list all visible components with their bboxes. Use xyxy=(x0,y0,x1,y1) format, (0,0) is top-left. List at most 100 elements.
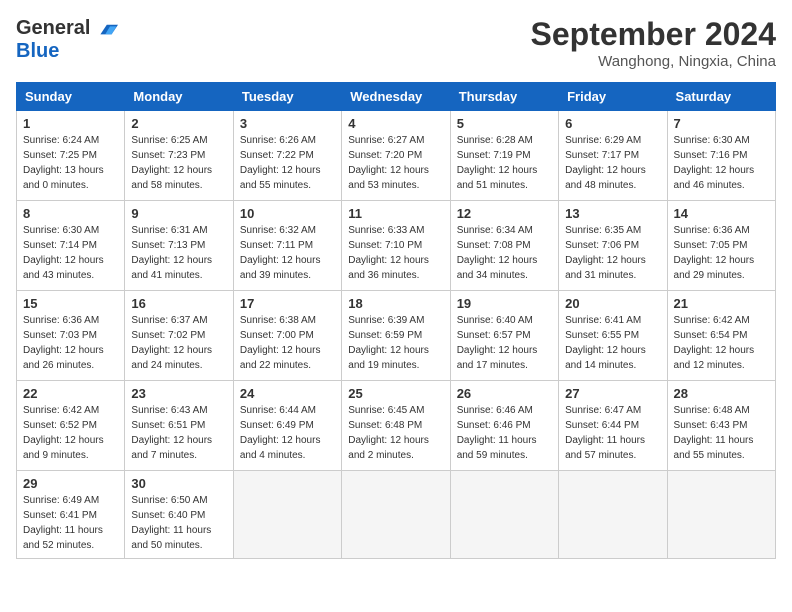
calendar-cell: 16 Sunrise: 6:37 AM Sunset: 7:02 PM Dayl… xyxy=(125,291,233,381)
day-number: 6 xyxy=(565,116,660,131)
calendar-cell: 11 Sunrise: 6:33 AM Sunset: 7:10 PM Dayl… xyxy=(342,201,450,291)
day-number: 28 xyxy=(674,386,769,401)
day-info: Sunrise: 6:41 AM Sunset: 6:55 PM Dayligh… xyxy=(565,313,660,373)
day-info: Sunrise: 6:39 AM Sunset: 6:59 PM Dayligh… xyxy=(348,313,443,373)
calendar-cell: 6 Sunrise: 6:29 AM Sunset: 7:17 PM Dayli… xyxy=(559,111,667,201)
day-info: Sunrise: 6:50 AM Sunset: 6:40 PM Dayligh… xyxy=(131,493,226,553)
day-info: Sunrise: 6:30 AM Sunset: 7:16 PM Dayligh… xyxy=(674,133,769,193)
day-info: Sunrise: 6:42 AM Sunset: 6:52 PM Dayligh… xyxy=(23,403,118,463)
calendar-cell: 14 Sunrise: 6:36 AM Sunset: 7:05 PM Dayl… xyxy=(667,201,775,291)
day-number: 26 xyxy=(457,386,552,401)
logo-icon xyxy=(94,16,118,40)
col-tuesday: Tuesday xyxy=(233,83,341,111)
calendar-cell: 21 Sunrise: 6:42 AM Sunset: 6:54 PM Dayl… xyxy=(667,291,775,381)
day-number: 29 xyxy=(23,476,118,491)
day-number: 8 xyxy=(23,206,118,221)
calendar-cell: 29 Sunrise: 6:49 AM Sunset: 6:41 PM Dayl… xyxy=(17,471,125,559)
logo: General Blue xyxy=(16,16,118,63)
day-info: Sunrise: 6:49 AM Sunset: 6:41 PM Dayligh… xyxy=(23,493,118,553)
day-number: 17 xyxy=(240,296,335,311)
day-info: Sunrise: 6:47 AM Sunset: 6:44 PM Dayligh… xyxy=(565,403,660,463)
day-info: Sunrise: 6:34 AM Sunset: 7:08 PM Dayligh… xyxy=(457,223,552,283)
day-number: 27 xyxy=(565,386,660,401)
day-number: 3 xyxy=(240,116,335,131)
calendar-cell xyxy=(233,471,341,559)
calendar-cell: 28 Sunrise: 6:48 AM Sunset: 6:43 PM Dayl… xyxy=(667,381,775,471)
day-number: 15 xyxy=(23,296,118,311)
day-info: Sunrise: 6:36 AM Sunset: 7:03 PM Dayligh… xyxy=(23,313,118,373)
day-info: Sunrise: 6:38 AM Sunset: 7:00 PM Dayligh… xyxy=(240,313,335,373)
col-monday: Monday xyxy=(125,83,233,111)
day-info: Sunrise: 6:27 AM Sunset: 7:20 PM Dayligh… xyxy=(348,133,443,193)
day-number: 14 xyxy=(674,206,769,221)
day-info: Sunrise: 6:42 AM Sunset: 6:54 PM Dayligh… xyxy=(674,313,769,373)
calendar-cell xyxy=(559,471,667,559)
week-row-5: 29 Sunrise: 6:49 AM Sunset: 6:41 PM Dayl… xyxy=(17,471,776,559)
calendar-cell: 23 Sunrise: 6:43 AM Sunset: 6:51 PM Dayl… xyxy=(125,381,233,471)
location: Wanghong, Ningxia, China xyxy=(531,53,776,70)
day-info: Sunrise: 6:31 AM Sunset: 7:13 PM Dayligh… xyxy=(131,223,226,283)
calendar-cell: 15 Sunrise: 6:36 AM Sunset: 7:03 PM Dayl… xyxy=(17,291,125,381)
calendar-cell: 3 Sunrise: 6:26 AM Sunset: 7:22 PM Dayli… xyxy=(233,111,341,201)
calendar-cell: 25 Sunrise: 6:45 AM Sunset: 6:48 PM Dayl… xyxy=(342,381,450,471)
calendar-table: Sunday Monday Tuesday Wednesday Thursday… xyxy=(16,82,776,559)
day-number: 25 xyxy=(348,386,443,401)
title-block: September 2024 Wanghong, Ningxia, China xyxy=(531,16,776,70)
logo-blue-text: Blue xyxy=(16,40,59,63)
day-info: Sunrise: 6:32 AM Sunset: 7:11 PM Dayligh… xyxy=(240,223,335,283)
calendar-cell: 17 Sunrise: 6:38 AM Sunset: 7:00 PM Dayl… xyxy=(233,291,341,381)
week-row-4: 22 Sunrise: 6:42 AM Sunset: 6:52 PM Dayl… xyxy=(17,381,776,471)
day-number: 9 xyxy=(131,206,226,221)
day-number: 30 xyxy=(131,476,226,491)
day-number: 5 xyxy=(457,116,552,131)
day-number: 11 xyxy=(348,206,443,221)
col-friday: Friday xyxy=(559,83,667,111)
calendar-cell: 13 Sunrise: 6:35 AM Sunset: 7:06 PM Dayl… xyxy=(559,201,667,291)
calendar-cell: 4 Sunrise: 6:27 AM Sunset: 7:20 PM Dayli… xyxy=(342,111,450,201)
day-number: 12 xyxy=(457,206,552,221)
day-number: 19 xyxy=(457,296,552,311)
day-info: Sunrise: 6:24 AM Sunset: 7:25 PM Dayligh… xyxy=(23,133,118,193)
day-info: Sunrise: 6:48 AM Sunset: 6:43 PM Dayligh… xyxy=(674,403,769,463)
calendar-cell: 7 Sunrise: 6:30 AM Sunset: 7:16 PM Dayli… xyxy=(667,111,775,201)
calendar-cell xyxy=(450,471,558,559)
calendar-cell: 30 Sunrise: 6:50 AM Sunset: 6:40 PM Dayl… xyxy=(125,471,233,559)
day-number: 7 xyxy=(674,116,769,131)
day-info: Sunrise: 6:46 AM Sunset: 6:46 PM Dayligh… xyxy=(457,403,552,463)
day-info: Sunrise: 6:35 AM Sunset: 7:06 PM Dayligh… xyxy=(565,223,660,283)
week-row-2: 8 Sunrise: 6:30 AM Sunset: 7:14 PM Dayli… xyxy=(17,201,776,291)
day-number: 18 xyxy=(348,296,443,311)
calendar-cell: 5 Sunrise: 6:28 AM Sunset: 7:19 PM Dayli… xyxy=(450,111,558,201)
calendar-cell: 1 Sunrise: 6:24 AM Sunset: 7:25 PM Dayli… xyxy=(17,111,125,201)
calendar-cell: 27 Sunrise: 6:47 AM Sunset: 6:44 PM Dayl… xyxy=(559,381,667,471)
calendar-cell: 24 Sunrise: 6:44 AM Sunset: 6:49 PM Dayl… xyxy=(233,381,341,471)
calendar-cell: 10 Sunrise: 6:32 AM Sunset: 7:11 PM Dayl… xyxy=(233,201,341,291)
calendar-cell: 20 Sunrise: 6:41 AM Sunset: 6:55 PM Dayl… xyxy=(559,291,667,381)
calendar-cell xyxy=(342,471,450,559)
day-info: Sunrise: 6:37 AM Sunset: 7:02 PM Dayligh… xyxy=(131,313,226,373)
col-saturday: Saturday xyxy=(667,83,775,111)
header-row: Sunday Monday Tuesday Wednesday Thursday… xyxy=(17,83,776,111)
col-thursday: Thursday xyxy=(450,83,558,111)
day-number: 22 xyxy=(23,386,118,401)
logo-general-text: General xyxy=(16,17,90,40)
day-info: Sunrise: 6:36 AM Sunset: 7:05 PM Dayligh… xyxy=(674,223,769,283)
calendar-cell xyxy=(667,471,775,559)
col-sunday: Sunday xyxy=(17,83,125,111)
day-info: Sunrise: 6:28 AM Sunset: 7:19 PM Dayligh… xyxy=(457,133,552,193)
calendar-cell: 12 Sunrise: 6:34 AM Sunset: 7:08 PM Dayl… xyxy=(450,201,558,291)
week-row-3: 15 Sunrise: 6:36 AM Sunset: 7:03 PM Dayl… xyxy=(17,291,776,381)
day-info: Sunrise: 6:43 AM Sunset: 6:51 PM Dayligh… xyxy=(131,403,226,463)
day-number: 24 xyxy=(240,386,335,401)
calendar-cell: 9 Sunrise: 6:31 AM Sunset: 7:13 PM Dayli… xyxy=(125,201,233,291)
day-info: Sunrise: 6:40 AM Sunset: 6:57 PM Dayligh… xyxy=(457,313,552,373)
day-info: Sunrise: 6:26 AM Sunset: 7:22 PM Dayligh… xyxy=(240,133,335,193)
calendar-cell: 22 Sunrise: 6:42 AM Sunset: 6:52 PM Dayl… xyxy=(17,381,125,471)
day-number: 13 xyxy=(565,206,660,221)
day-info: Sunrise: 6:30 AM Sunset: 7:14 PM Dayligh… xyxy=(23,223,118,283)
calendar-cell: 8 Sunrise: 6:30 AM Sunset: 7:14 PM Dayli… xyxy=(17,201,125,291)
day-info: Sunrise: 6:25 AM Sunset: 7:23 PM Dayligh… xyxy=(131,133,226,193)
calendar-cell: 2 Sunrise: 6:25 AM Sunset: 7:23 PM Dayli… xyxy=(125,111,233,201)
day-number: 1 xyxy=(23,116,118,131)
day-number: 16 xyxy=(131,296,226,311)
